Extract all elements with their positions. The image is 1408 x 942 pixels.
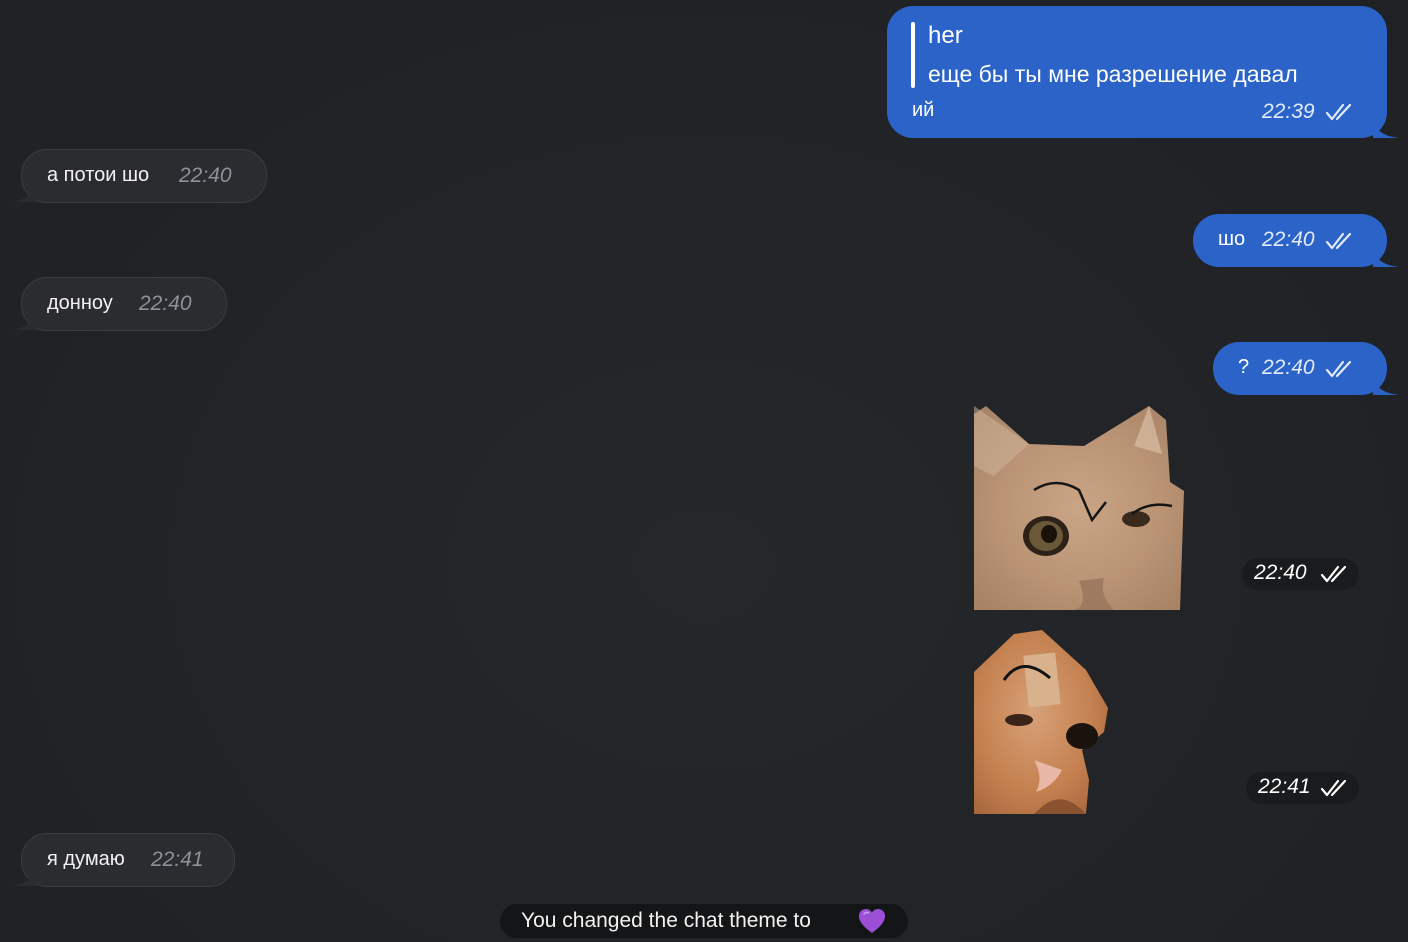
message-time: 22:41 (1258, 775, 1311, 798)
outgoing-message[interactable]: шо 22:40 (1193, 214, 1387, 267)
sticker-time: 22:40 (1242, 558, 1359, 590)
cat-sticker-image[interactable] (974, 630, 1110, 814)
message-text: ий (912, 99, 935, 121)
bubble-tail (10, 308, 36, 331)
message-text: ? (1238, 356, 1250, 378)
incoming-message[interactable]: я думаю 22:41 (21, 833, 235, 887)
double-check-icon (1325, 360, 1352, 378)
message-time: 22:40 (1262, 356, 1315, 379)
message-time: 22:41 (151, 848, 204, 871)
bubble-tail (1373, 245, 1399, 267)
message-text: донноу (47, 292, 113, 314)
double-check-icon (1320, 779, 1347, 797)
outgoing-reply-message[interactable]: her еще бы ты мне разрешение давал ий 22… (887, 6, 1387, 138)
reply-quoted-text[interactable]: еще бы ты мне разрешение давал (928, 61, 1298, 88)
message-time: 22:40 (179, 164, 232, 187)
incoming-message[interactable]: донноу 22:40 (21, 277, 227, 331)
bubble-tail (10, 864, 36, 887)
reply-author[interactable]: her (928, 22, 963, 50)
chat-area[interactable]: her еще бы ты мне разрешение давал ий 22… (0, 0, 1408, 942)
cat-sticker-image[interactable] (974, 406, 1184, 610)
message-time: 22:40 (1262, 228, 1315, 251)
service-message: You changed the chat theme to (500, 904, 908, 938)
service-message-text: You changed the chat theme to (521, 909, 811, 932)
message-text: я думаю (47, 848, 125, 870)
message-time: 22:40 (1254, 561, 1307, 584)
incoming-message[interactable]: а потои шо 22:40 (21, 149, 267, 203)
purple-heart-icon (859, 909, 885, 933)
message-time: 22:40 (139, 292, 192, 315)
double-check-icon (1325, 103, 1352, 121)
double-check-icon (1325, 232, 1352, 250)
message-text: а потои шо (47, 164, 150, 186)
outgoing-message[interactable]: ? 22:40 (1213, 342, 1387, 395)
double-check-icon (1320, 565, 1347, 583)
bubble-tail (1373, 373, 1399, 395)
message-time: 22:39 (1262, 100, 1315, 123)
message-text: шо (1218, 228, 1246, 250)
sticker-time: 22:41 (1246, 772, 1359, 804)
reply-quote-bar (911, 22, 915, 88)
bubble-tail (10, 180, 36, 203)
bubble-tail (1373, 116, 1399, 138)
